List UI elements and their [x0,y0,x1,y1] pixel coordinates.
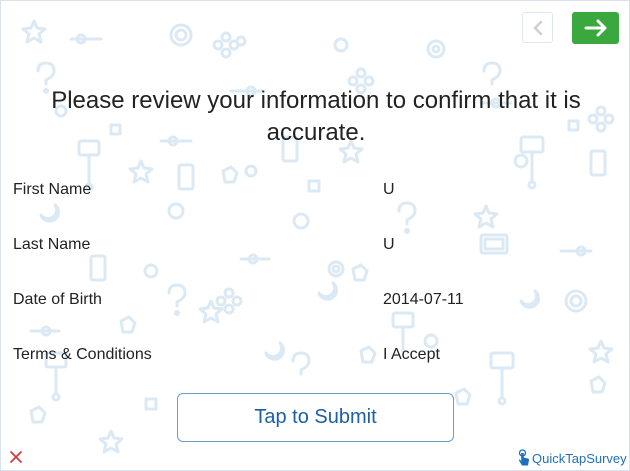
tap-hand-icon [518,449,529,466]
next-button[interactable] [572,12,619,44]
brand-name: QuickTapSurvey [532,450,627,466]
brand-logo: QuickTapSurvey [518,448,627,468]
review-heading: Please review your information to confir… [51,87,581,146]
field-label: Date of Birth [13,291,102,308]
field-label: First Name [13,181,92,198]
field-label: Terms & Conditions [13,346,152,363]
field-label: Last Name [13,236,91,253]
close-icon[interactable] [8,449,24,465]
back-button[interactable] [522,12,553,43]
survey-screen: Please review your information to confir… [0,0,630,471]
submit-button[interactable]: Tap to Submit [177,393,454,442]
field-value: U [383,236,395,253]
chevron-left-icon [533,20,542,35]
field-value: 2014-07-11 [383,291,464,308]
field-value: U [383,181,395,198]
field-value: I Accept [383,346,440,363]
arrow-right-icon [584,19,606,37]
